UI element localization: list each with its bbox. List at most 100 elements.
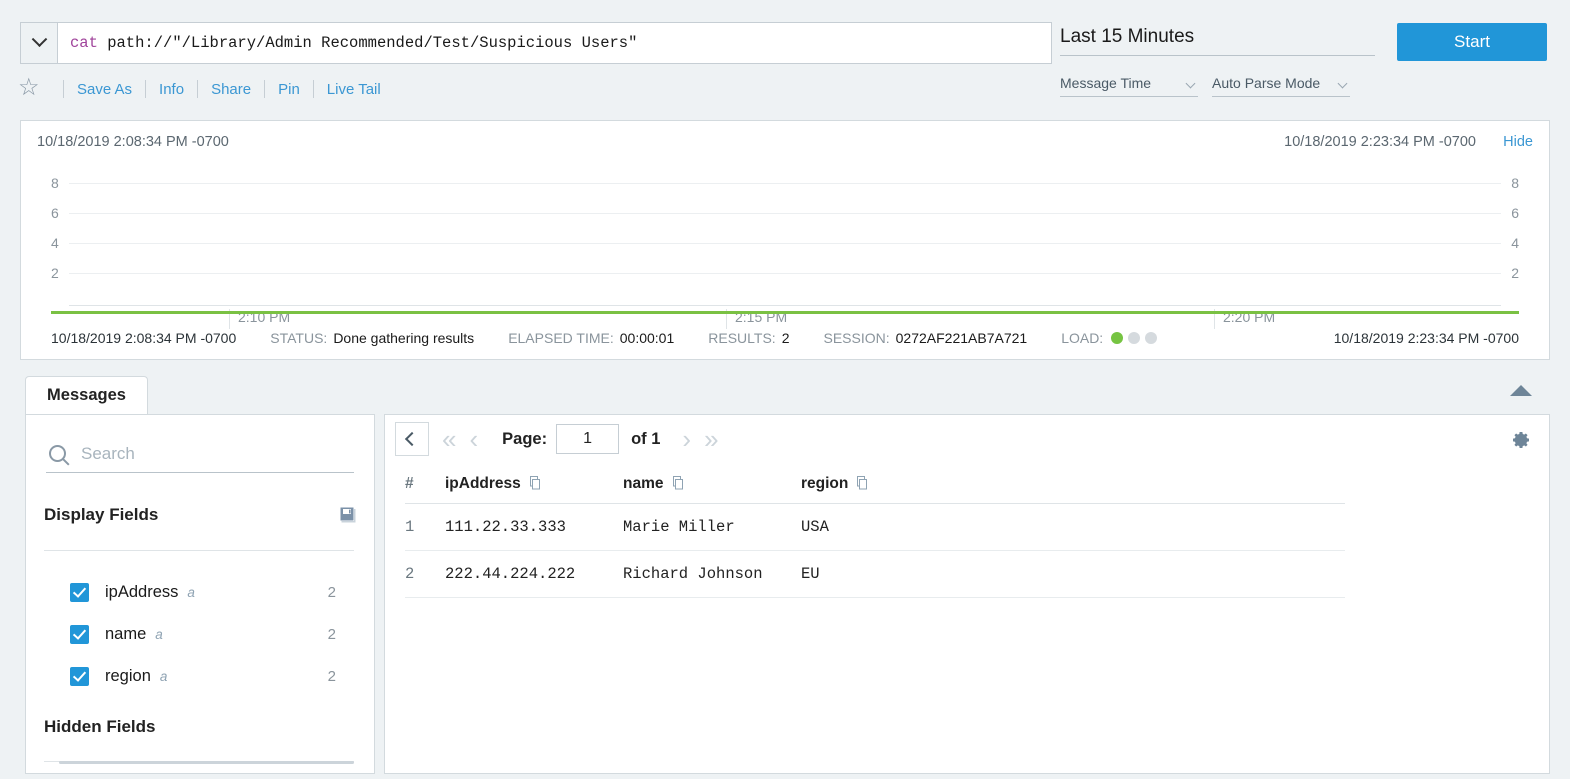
copy-icon[interactable] [671,476,684,490]
col-header-region[interactable]: region [801,471,1345,504]
gridline [69,213,1501,214]
status-start-time: 10/18/2019 2:08:34 PM -0700 [51,330,236,346]
hidden-fields-title: Hidden Fields [44,717,155,737]
tab-messages-label: Messages [47,386,126,405]
y-tick-left: 2 [51,265,59,281]
search-input[interactable] [79,443,329,465]
time-range-input[interactable] [1060,24,1375,56]
session-value: 0272AF221AB7A721 [896,330,1028,346]
table-header-row: # ipAddress name region [405,471,1345,504]
parse-mode-select[interactable]: Auto Parse Mode [1212,74,1350,97]
col-header-num: # [405,471,445,504]
y-tick-right: 4 [1511,235,1519,251]
load-dot [1128,332,1140,344]
info-link[interactable]: Info [159,81,184,98]
collapse-results-button[interactable] [395,422,429,456]
tab-messages[interactable]: Messages [25,376,148,414]
table-row[interactable]: 2 222.44.224.222 Richard Johnson EU [405,551,1345,598]
field-checkbox[interactable] [70,625,89,644]
divider [44,550,354,551]
chevron-down-icon [31,31,47,47]
message-time-select[interactable]: Message Time [1060,74,1198,97]
query-keyword: cat [70,34,98,52]
y-tick-right: 8 [1511,175,1519,191]
live-tail-link[interactable]: Live Tail [327,81,381,98]
chevron-down-icon [1338,79,1348,89]
results-panel: « ‹ Page: of 1 › » # ipAddress name [384,414,1550,774]
start-button[interactable]: Start [1397,23,1547,61]
status-bar: 10/18/2019 2:08:34 PM -0700 STATUS: Done… [21,317,1549,359]
histogram-panel: 10/18/2019 2:08:34 PM -0700 10/18/2019 2… [20,120,1550,360]
last-page-button[interactable]: » [704,426,718,452]
chart-start-time: 10/18/2019 2:08:34 PM -0700 [37,134,229,150]
copy-icon[interactable] [855,476,868,490]
sidebar-scrollbar[interactable] [59,761,354,764]
field-row-region[interactable]: region a 2 [70,661,360,691]
elapsed-group: ELAPSED TIME: 00:00:01 [508,330,674,346]
cell-num: 2 [405,551,445,598]
field-type: a [160,669,168,684]
first-page-button[interactable]: « [442,426,456,452]
fields-sidebar: Display Fields ipAddress a 2 name a 2 re… [25,414,375,774]
status-value: Done gathering results [333,330,474,346]
gear-icon[interactable] [1511,430,1531,450]
pin-link[interactable]: Pin [278,81,300,98]
save-as-link[interactable]: Save As [77,81,132,98]
load-indicator [1111,332,1157,344]
session-group: SESSION: 0272AF221AB7A721 [823,330,1027,346]
share-link[interactable]: Share [211,81,251,98]
divider [313,80,314,98]
gridline [69,243,1501,244]
page-label: Page: [502,430,547,449]
col-header-ipaddress[interactable]: ipAddress [445,471,623,504]
col-header-name[interactable]: name [623,471,801,504]
status-end-time: 10/18/2019 2:23:34 PM -0700 [1334,330,1519,346]
results-value: 2 [782,330,790,346]
field-row-ipaddress[interactable]: ipAddress a 2 [70,577,360,607]
message-time-label: Message Time [1060,75,1151,91]
field-type: a [155,627,163,642]
favorite-star-icon[interactable]: ☆ [18,78,40,100]
query-actions: ☆ Save As Info Share Pin Live Tail [18,74,381,104]
col-label: ipAddress [445,475,521,492]
display-fields-title: Display Fields [44,505,158,525]
hide-chart-link[interactable]: Hide [1503,134,1533,150]
query-input[interactable]: cat path://"/Library/Admin Recommended/T… [58,23,1051,63]
floppy-save-icon[interactable] [340,507,356,523]
field-name: region [105,667,151,686]
field-count: 2 [328,626,360,643]
chart-end-time: 10/18/2019 2:23:34 PM -0700 [1284,134,1476,150]
cell-num: 1 [405,504,445,551]
search-icon [49,445,66,462]
page-input[interactable] [556,424,619,454]
next-page-button[interactable]: › [682,426,691,452]
y-tick-left: 4 [51,235,59,251]
field-search-box [46,435,354,473]
prev-page-button[interactable]: ‹ [469,426,478,452]
results-group: RESULTS: 2 [708,330,789,346]
elapsed-label: ELAPSED TIME: [508,330,614,346]
cell-name: Marie Miller [623,504,801,551]
field-row-name[interactable]: name a 2 [70,619,360,649]
tab-strip: Messages [20,376,1550,408]
col-label: name [623,475,664,492]
triangle-up-icon[interactable] [1510,385,1532,396]
table-row[interactable]: 1 111.22.33.333 Marie Miller USA [405,504,1345,551]
y-tick-right: 6 [1511,205,1519,221]
results-label: RESULTS: [708,330,775,346]
field-checkbox[interactable] [70,583,89,602]
col-label: region [801,475,848,492]
pagination-bar: « ‹ Page: of 1 › » [385,415,1549,463]
load-label: LOAD: [1061,330,1103,346]
progress-bar [51,311,1519,314]
chevron-left-icon [405,432,419,446]
gridline [69,273,1501,274]
copy-icon[interactable] [528,476,541,490]
load-dot [1145,332,1157,344]
y-tick-left: 8 [51,175,59,191]
cell-region: EU [801,551,1345,598]
field-checkbox[interactable] [70,667,89,686]
cell-ipaddress: 222.44.224.222 [445,551,623,598]
query-history-dropdown[interactable] [21,23,58,63]
cell-region: USA [801,504,1345,551]
